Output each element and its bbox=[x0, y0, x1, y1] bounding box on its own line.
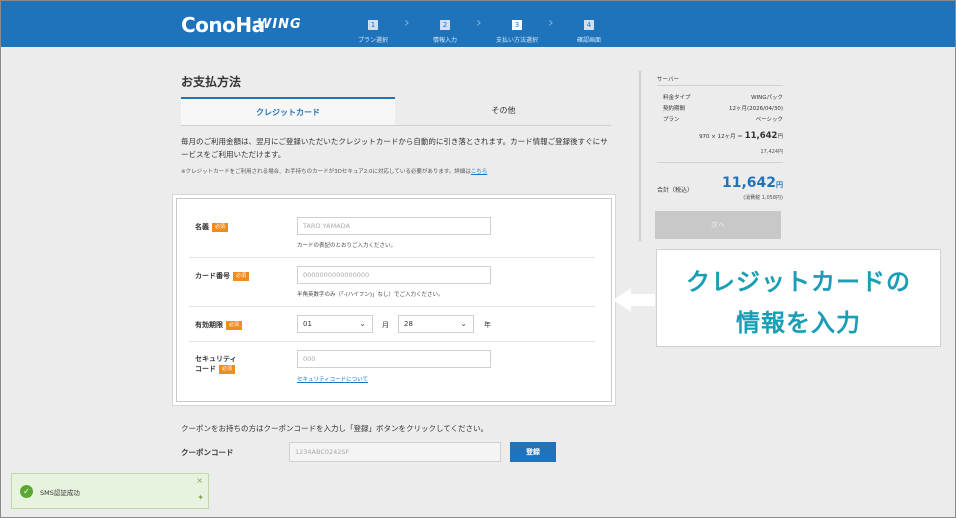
summary-calculation: 970 × 12ヶ月 ＝ 11,642円 bbox=[699, 131, 783, 141]
sms-success-toast: ✓ SMS認証成功 × ✦ bbox=[11, 473, 209, 509]
step-3-number: 3 bbox=[512, 20, 522, 30]
card-number-hint: 半角英数字のみ（「-(ハイフン)」なし）でご入力ください。 bbox=[297, 292, 444, 298]
step-2-number: 2 bbox=[440, 20, 450, 30]
chevron-down-icon: ⌄ bbox=[359, 319, 366, 328]
toast-message: SMS認証成功 bbox=[40, 489, 80, 497]
chevron-right-icon: › bbox=[404, 15, 410, 31]
step-3: 3 支払い方法選択 bbox=[487, 12, 547, 44]
wing-logo: WING bbox=[257, 17, 302, 32]
calc-value: 11,642 bbox=[744, 131, 778, 141]
arrow-shaft bbox=[629, 294, 655, 306]
3ds-note: ※クレジットカードをご利用される場合、お手持ちのカードが3Dセキュア2.0に対応… bbox=[181, 167, 611, 175]
total-label: 合計（税込） bbox=[657, 187, 694, 194]
callout-line1: クレジットカードの bbox=[686, 268, 911, 296]
coupon-code-input[interactable]: 1234ABC0242SF bbox=[289, 442, 501, 462]
conoha-logo[interactable]: ConoHa bbox=[181, 13, 265, 37]
calc-prefix: 970 × 12ヶ月 ＝ bbox=[699, 134, 743, 140]
step-4-label: 確認画面 bbox=[576, 37, 601, 44]
divider bbox=[189, 257, 595, 258]
step-2: 2 情報入力 bbox=[415, 12, 475, 44]
card-number-label-text: カード番号 bbox=[195, 272, 230, 280]
step-3-label: 支払い方法選択 bbox=[495, 37, 538, 44]
security-label-line2: コード bbox=[195, 365, 216, 373]
step-1: 1 プラン選択 bbox=[343, 12, 403, 44]
payment-description: 毎月のご利用金額は、翌月にご登録いただいたクレジットカードから自動的に引き落とさ… bbox=[181, 137, 608, 159]
card-number-input[interactable]: 0000000000000000 bbox=[297, 266, 491, 284]
divider bbox=[657, 85, 783, 86]
callout-line2: 情報を入力 bbox=[736, 309, 861, 337]
step-2-label: 情報入力 bbox=[432, 37, 457, 44]
coupon-label: クーポンコード bbox=[181, 448, 234, 457]
summary-row-label: プラン bbox=[663, 117, 680, 123]
check-circle-icon: ✓ bbox=[20, 485, 33, 498]
summary-row-value: ベーシック bbox=[755, 117, 783, 123]
coupon-register-button[interactable]: 登録 bbox=[510, 442, 556, 462]
expiry-label: 有効期限 必須 bbox=[195, 320, 243, 330]
required-badge: 必須 bbox=[226, 320, 243, 330]
credit-card-form: 名義 必須 TARO YAMADA カードの表記のとおりご入力ください。 カード番… bbox=[173, 195, 615, 405]
payment-tabs: クレジットカード その他 bbox=[181, 97, 611, 126]
expiry-year-value: 28 bbox=[404, 320, 413, 328]
required-badge: 必須 bbox=[233, 271, 250, 281]
tab-credit-card[interactable]: クレジットカード bbox=[181, 97, 395, 125]
divider bbox=[189, 306, 595, 307]
divider bbox=[657, 162, 783, 163]
form-border: 名義 必須 TARO YAMADA カードの表記のとおりご入力ください。 カード番… bbox=[176, 198, 612, 402]
total-amount: 11,642円 bbox=[722, 175, 783, 191]
next-button[interactable]: 次へ bbox=[655, 211, 781, 239]
month-unit: 月 bbox=[382, 321, 389, 329]
year-unit: 年 bbox=[484, 321, 491, 329]
coupon-instructions: クーポンをお持ちの方はクーポンコードを入力し「登録」ボタンをクリックしてください… bbox=[181, 424, 489, 433]
expiry-month-value: 01 bbox=[303, 320, 312, 328]
required-badge: 必須 bbox=[219, 364, 236, 374]
summary-row-value: 12ヶ月(2026/04/30) bbox=[729, 106, 783, 112]
pin-icon[interactable]: ✦ bbox=[197, 493, 204, 502]
summary-row-label: 契約期間 bbox=[663, 106, 686, 112]
tab-other[interactable]: その他 bbox=[396, 97, 611, 125]
security-code-label: セキュリティ コード 必須 bbox=[195, 354, 237, 374]
summary-row-plan: プラン ベーシック bbox=[663, 115, 783, 123]
browser-frame: ConoHa WING 1 プラン選択 › 2 情報入力 › 3 支払い方法選択… bbox=[0, 0, 956, 518]
security-code-input[interactable]: 000 bbox=[297, 350, 491, 368]
chevron-right-icon: › bbox=[548, 15, 554, 31]
summary-row-type: 料金タイプ WINGパック bbox=[663, 93, 783, 101]
page-title: お支払方法 bbox=[181, 75, 242, 89]
divider bbox=[189, 341, 595, 342]
total-tax: (消費税 1,058円) bbox=[743, 195, 783, 201]
required-badge: 必須 bbox=[212, 222, 229, 232]
chevron-right-icon: › bbox=[476, 15, 482, 31]
summary-title: サーバー bbox=[657, 77, 679, 83]
total-unit: 円 bbox=[776, 181, 783, 189]
instruction-callout: クレジットカードの 情報を入力 bbox=[656, 249, 941, 347]
close-icon[interactable]: × bbox=[196, 476, 203, 485]
step-4-number: 4 bbox=[584, 20, 594, 30]
chevron-down-icon: ⌄ bbox=[460, 319, 467, 328]
3ds-note-text: ※クレジットカードをご利用される場合、お手持ちのカードが3Dセキュア2.0に対応… bbox=[181, 169, 471, 175]
step-4: 4 確認画面 bbox=[559, 12, 619, 44]
card-holder-hint: カードの表記のとおりご入力ください。 bbox=[297, 243, 397, 249]
expiry-month-select[interactable]: 01 ⌄ bbox=[297, 315, 373, 333]
summary-row-label: 料金タイプ bbox=[663, 95, 691, 101]
expiry-label-text: 有効期限 bbox=[195, 321, 223, 329]
name-label: 名義 必須 bbox=[195, 222, 229, 232]
security-label-line1: セキュリティ bbox=[195, 355, 237, 363]
card-holder-input[interactable]: TARO YAMADA bbox=[297, 217, 491, 235]
card-number-label: カード番号 必須 bbox=[195, 271, 250, 281]
name-label-text: 名義 bbox=[195, 223, 209, 231]
3ds-detail-link[interactable]: こちら bbox=[471, 169, 488, 175]
header-bar: ConoHa WING 1 プラン選択 › 2 情報入力 › 3 支払い方法選択… bbox=[1, 1, 955, 47]
total-value: 11,642 bbox=[721, 175, 776, 191]
calc-tax: 17,424円 bbox=[760, 149, 784, 155]
expiry-year-select[interactable]: 28 ⌄ bbox=[398, 315, 474, 333]
step-1-label: プラン選択 bbox=[357, 37, 388, 44]
summary-row-period: 契約期間 12ヶ月(2026/04/30) bbox=[663, 104, 783, 112]
summary-row-value: WINGパック bbox=[751, 95, 783, 101]
security-code-help-link[interactable]: セキュリティコードについて bbox=[297, 375, 368, 383]
step-1-number: 1 bbox=[368, 20, 378, 30]
calc-unit: 円 bbox=[777, 134, 783, 140]
